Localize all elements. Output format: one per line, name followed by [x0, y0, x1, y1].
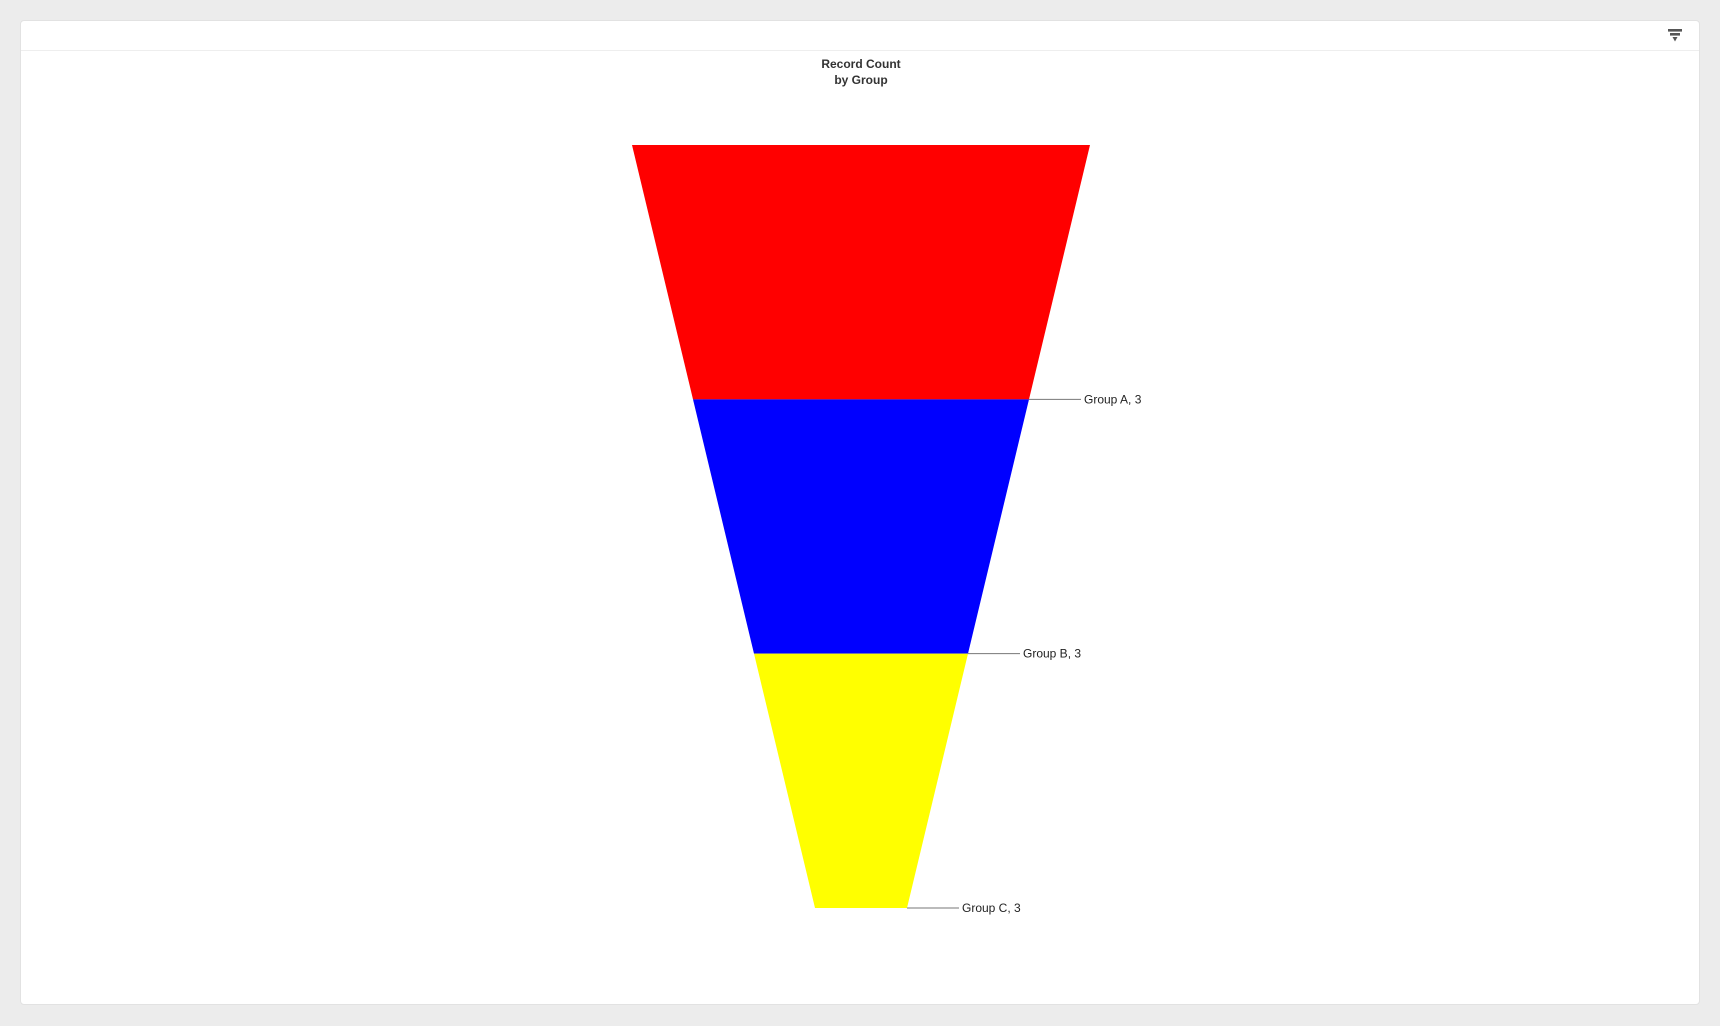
funnel-segments: Group A, 3 Group B, 3 Group C, 3 [632, 145, 1142, 915]
funnel-segment-group-a[interactable] [632, 145, 1090, 400]
chart-subtitle: by Group [834, 73, 887, 87]
funnel-chart: Record Count by Group Group A, 3 Group B,… [632, 57, 1142, 915]
chart-title: Record Count [821, 57, 900, 71]
funnel-segment-group-b[interactable] [693, 399, 1029, 654]
chart-panel: Record Count by Group Group A, 3 Group B,… [20, 20, 1700, 1005]
funnel-data-label: Group B, 3 [1023, 647, 1081, 661]
funnel-data-label: Group C, 3 [962, 901, 1021, 915]
funnel-segment-group-c[interactable] [754, 653, 968, 908]
funnel-data-label: Group A, 3 [1084, 392, 1142, 406]
